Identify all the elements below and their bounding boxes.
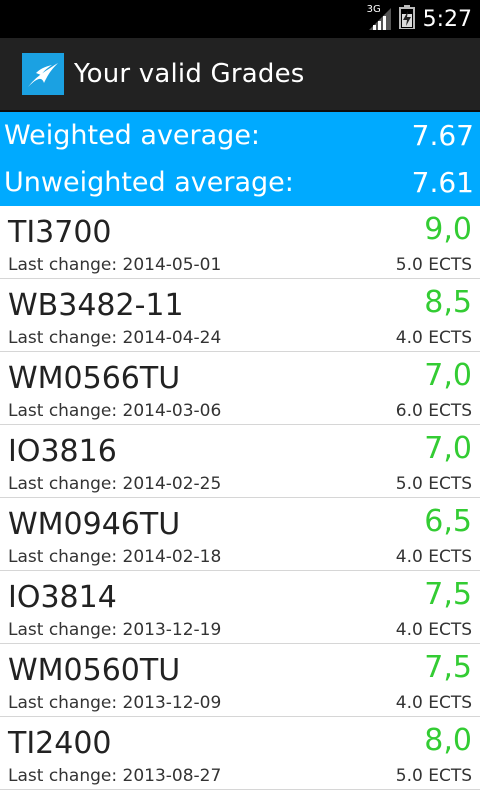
unweighted-average-row: Unweighted average: 7.61 <box>0 159 480 206</box>
last-change-date: Last change: 2014-02-18 <box>8 547 222 567</box>
course-code: IO3814 <box>8 580 117 615</box>
unweighted-average-value: 7.61 <box>411 166 474 199</box>
weighted-average-value: 7.67 <box>411 119 474 152</box>
grade-value: 7,5 <box>424 650 472 685</box>
app-logo-icon[interactable] <box>22 53 64 95</box>
page-title: Your valid Grades <box>74 59 305 89</box>
clock: 5:27 <box>422 6 472 32</box>
ects-credits: 6.0 ECTS <box>395 401 472 421</box>
grade-value: 6,5 <box>424 504 472 539</box>
course-code: TI2400 <box>8 726 112 761</box>
course-code: WB3482-11 <box>8 288 184 323</box>
last-change-date: Last change: 2014-02-25 <box>8 474 222 494</box>
grade-value: 8,0 <box>424 723 472 758</box>
grade-list-item[interactable]: WM0560TU 7,5 Last change: 2013-12-09 4.0… <box>0 644 480 717</box>
grade-value: 9,0 <box>424 212 472 247</box>
ects-credits: 4.0 ECTS <box>395 693 472 713</box>
weighted-average-label: Weighted average: <box>4 120 261 151</box>
last-change-date: Last change: 2013-12-09 <box>8 693 222 713</box>
grade-list-item[interactable]: WM0566TU 7,0 Last change: 2014-03-06 6.0… <box>0 352 480 425</box>
last-change-date: Last change: 2013-08-27 <box>8 766 222 786</box>
grade-value: 7,0 <box>424 431 472 466</box>
course-code: WM0946TU <box>8 507 181 542</box>
status-icons: 3G 5:27 <box>367 0 472 38</box>
grade-list-item[interactable]: TI2400 8,0 Last change: 2013-08-27 5.0 E… <box>0 717 480 790</box>
course-code: WM0560TU <box>8 653 181 688</box>
grade-list-item[interactable]: WB3482-11 8,5 Last change: 2014-04-24 4.… <box>0 279 480 352</box>
grade-list-item-partial[interactable] <box>0 790 480 810</box>
ects-credits: 4.0 ECTS <box>395 620 472 640</box>
last-change-date: Last change: 2014-03-06 <box>8 401 222 421</box>
ects-credits: 5.0 ECTS <box>395 766 472 786</box>
last-change-date: Last change: 2014-04-24 <box>8 328 222 348</box>
ects-credits: 5.0 ECTS <box>395 255 472 275</box>
ects-credits: 4.0 ECTS <box>395 328 472 348</box>
grade-value: 8,5 <box>424 285 472 320</box>
weighted-average-row: Weighted average: 7.67 <box>0 112 480 159</box>
action-bar: Your valid Grades <box>0 38 480 112</box>
grade-list-item[interactable]: IO3814 7,5 Last change: 2013-12-19 4.0 E… <box>0 571 480 644</box>
ects-credits: 4.0 ECTS <box>395 547 472 567</box>
grade-value: 7,5 <box>424 577 472 612</box>
course-code: IO3816 <box>8 434 117 469</box>
course-code: WM0566TU <box>8 361 181 396</box>
grade-value: 7,0 <box>424 358 472 393</box>
ects-credits: 5.0 ECTS <box>395 474 472 494</box>
grade-list-item[interactable]: TI3700 9,0 Last change: 2014-05-01 5.0 E… <box>0 206 480 279</box>
status-bar: 3G 5:27 <box>0 0 480 38</box>
grade-list-item[interactable]: IO3816 7,0 Last change: 2014-02-25 5.0 E… <box>0 425 480 498</box>
battery-icon <box>398 5 415 33</box>
grades-list: TI3700 9,0 Last change: 2014-05-01 5.0 E… <box>0 206 480 810</box>
unweighted-average-label: Unweighted average: <box>4 167 294 198</box>
last-change-date: Last change: 2014-05-01 <box>8 255 222 275</box>
signal-3g-icon: 3G <box>367 4 391 30</box>
grade-list-item[interactable]: WM0946TU 6,5 Last change: 2014-02-18 4.0… <box>0 498 480 571</box>
network-type-label: 3G <box>366 4 381 15</box>
last-change-date: Last change: 2013-12-19 <box>8 620 222 640</box>
course-code: TI3700 <box>8 215 112 250</box>
averages-panel: Weighted average: 7.67 Unweighted averag… <box>0 112 480 206</box>
